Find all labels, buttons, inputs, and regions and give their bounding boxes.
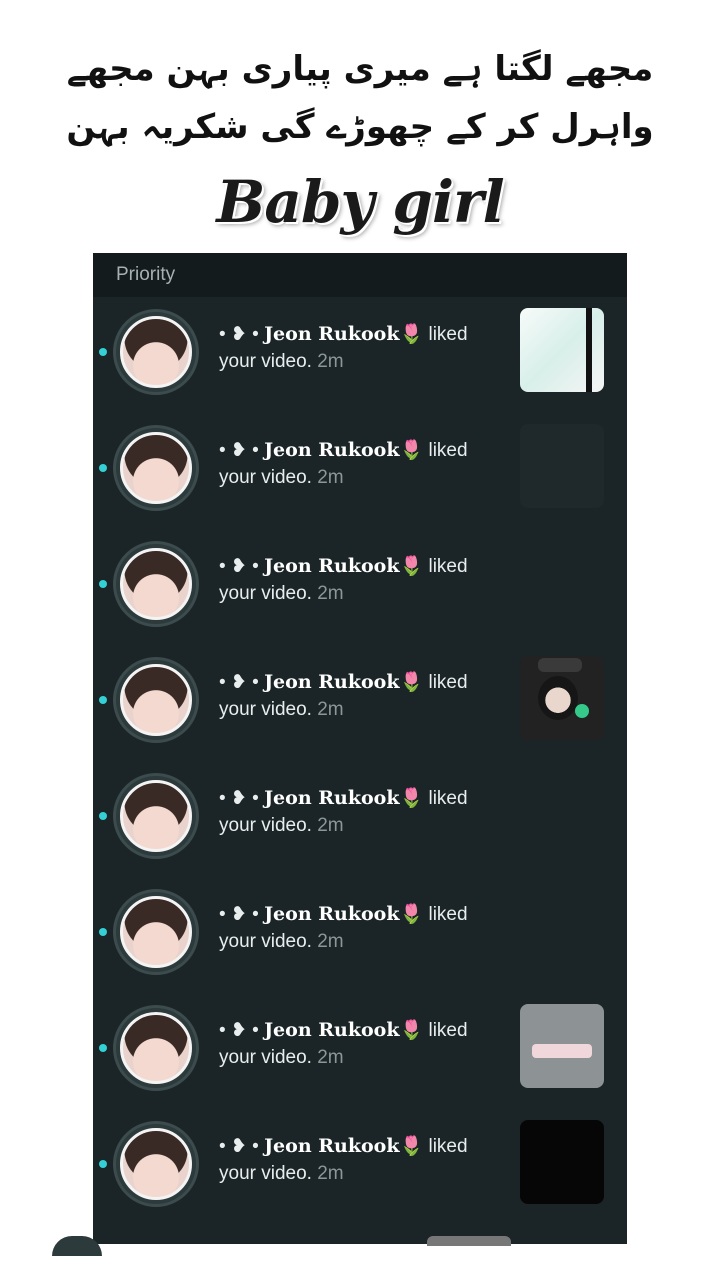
timestamp: 2m [311,351,344,372]
avatar-image [120,896,192,968]
avatar-image [120,548,192,620]
timestamp: 2m [311,1047,344,1068]
username[interactable]: Jeon Rukook [264,439,399,461]
notification-text: • ❥ • Jeon Rukook🌷 liked your video. 2m [219,321,489,375]
notification-text: • ❥ • Jeon Rukook🌷 liked your video. 2m [219,669,489,723]
tulip-icon: 🌷 [399,904,424,925]
avatar-image [120,780,192,852]
notification-row[interactable]: • ❥ • Jeon Rukook🌷 liked your video. 2m [93,761,627,877]
notification-row[interactable]: • ❥ • Jeon Rukook🌷 liked your video. 2m [93,1109,627,1225]
username-prefix: • ❥ • [219,788,265,809]
tulip-icon: 🌷 [399,672,424,693]
unread-dot [99,1044,107,1052]
video-thumbnail[interactable] [520,1120,604,1204]
video-thumbnail[interactable] [520,1004,604,1088]
notification-text: • ❥ • Jeon Rukook🌷 liked your video. 2m [219,785,489,839]
avatar[interactable] [113,889,199,975]
notification-row[interactable]: • ❥ • Jeon Rukook🌷 liked your video. 2m [93,529,627,645]
avatar[interactable] [113,309,199,395]
tulip-icon: 🌷 [399,1136,424,1157]
timestamp: 2m [311,1163,344,1184]
notification-row[interactable]: • ❥ • Jeon Rukook🌷 liked your video. 2m [93,877,627,993]
avatar-image [120,316,192,388]
username-prefix: • ❥ • [219,1020,265,1041]
caption-line-2: واہرل کر کے چھوڑے گی شکریہ بہن [66,107,654,147]
avatar[interactable] [113,541,199,627]
notification-row[interactable]: • ❥ • Jeon Rukook🌷 liked your video. 2m [93,413,627,529]
unread-dot [99,696,107,704]
timestamp: 2m [311,931,344,952]
avatar-image [120,1128,192,1200]
notification-row[interactable]: • ❥ • Jeon Rukook🌷 liked your video. 2m [93,297,627,413]
username-prefix: • ❥ • [219,556,265,577]
script-title: Baby girl [216,168,504,236]
notification-text: • ❥ • Jeon Rukook🌷 liked your video. 2m [219,1133,489,1187]
timestamp: 2m [311,467,344,488]
notification-row[interactable]: • ❥ • Jeon Rukook🌷 liked your video. 2m [93,645,627,761]
thumbnail-head [538,676,578,720]
username-prefix: • ❥ • [219,1136,265,1157]
tulip-icon: 🌷 [399,1020,424,1041]
notification-row[interactable]: • ❥ • Jeon Rukook🌷 liked your video. 2m [93,993,627,1109]
unread-dot [99,580,107,588]
avatar-image [120,1012,192,1084]
tulip-icon: 🌷 [399,788,424,809]
thumbnail-plus [575,704,589,718]
tulip-icon: 🌷 [399,440,424,461]
video-thumbnail[interactable] [520,424,604,508]
username[interactable]: Jeon Rukook [264,671,399,693]
avatar[interactable] [113,425,199,511]
avatar-image [120,664,192,736]
username[interactable]: Jeon Rukook [264,1135,399,1157]
notification-text: • ❥ • Jeon Rukook🌷 liked your video. 2m [219,1017,489,1071]
username[interactable]: Jeon Rukook [264,323,399,345]
thumbnail-bubble [538,658,582,672]
section-header-priority: Priority [93,253,627,297]
unread-dot [99,928,107,936]
avatar[interactable] [113,1121,199,1207]
avatar[interactable] [113,1005,199,1091]
tulip-icon: 🌷 [399,324,424,345]
tulip-icon: 🌷 [399,556,424,577]
username-prefix: • ❥ • [219,324,265,345]
username[interactable]: Jeon Rukook [264,787,399,809]
avatar[interactable] [113,773,199,859]
username-prefix: • ❥ • [219,672,265,693]
caption-line-1: مجھے لگتا ہے میری پیاری بہن مجھے [66,49,654,89]
username-prefix: • ❥ • [219,904,265,925]
video-thumbnail[interactable] [520,308,604,392]
unread-dot [99,464,107,472]
username-prefix: • ❥ • [219,440,265,461]
urdu-caption: مجھے لگتا ہے میری پیاری بہن مجھے واہرل ک… [0,40,720,156]
username[interactable]: Jeon Rukook [264,903,399,925]
notification-text: • ❥ • Jeon Rukook🌷 liked your video. 2m [219,437,489,491]
partial-thumbnail [427,1236,511,1246]
timestamp: 2m [311,699,344,720]
notifications-panel: Priority • ❥ • Jeon Rukook🌷 liked your v… [93,253,627,1244]
unread-dot [99,812,107,820]
unread-dot [99,1160,107,1168]
thumbnail-pill [532,1044,592,1058]
avatar[interactable] [113,657,199,743]
username[interactable]: Jeon Rukook [264,555,399,577]
unread-dot [99,348,107,356]
timestamp: 2m [311,583,344,604]
notification-text: • ❥ • Jeon Rukook🌷 liked your video. 2m [219,901,489,955]
video-thumbnail[interactable] [520,656,604,740]
avatar-image [120,432,192,504]
username[interactable]: Jeon Rukook [264,1019,399,1041]
notification-text: • ❥ • Jeon Rukook🌷 liked your video. 2m [219,553,489,607]
timestamp: 2m [311,815,344,836]
